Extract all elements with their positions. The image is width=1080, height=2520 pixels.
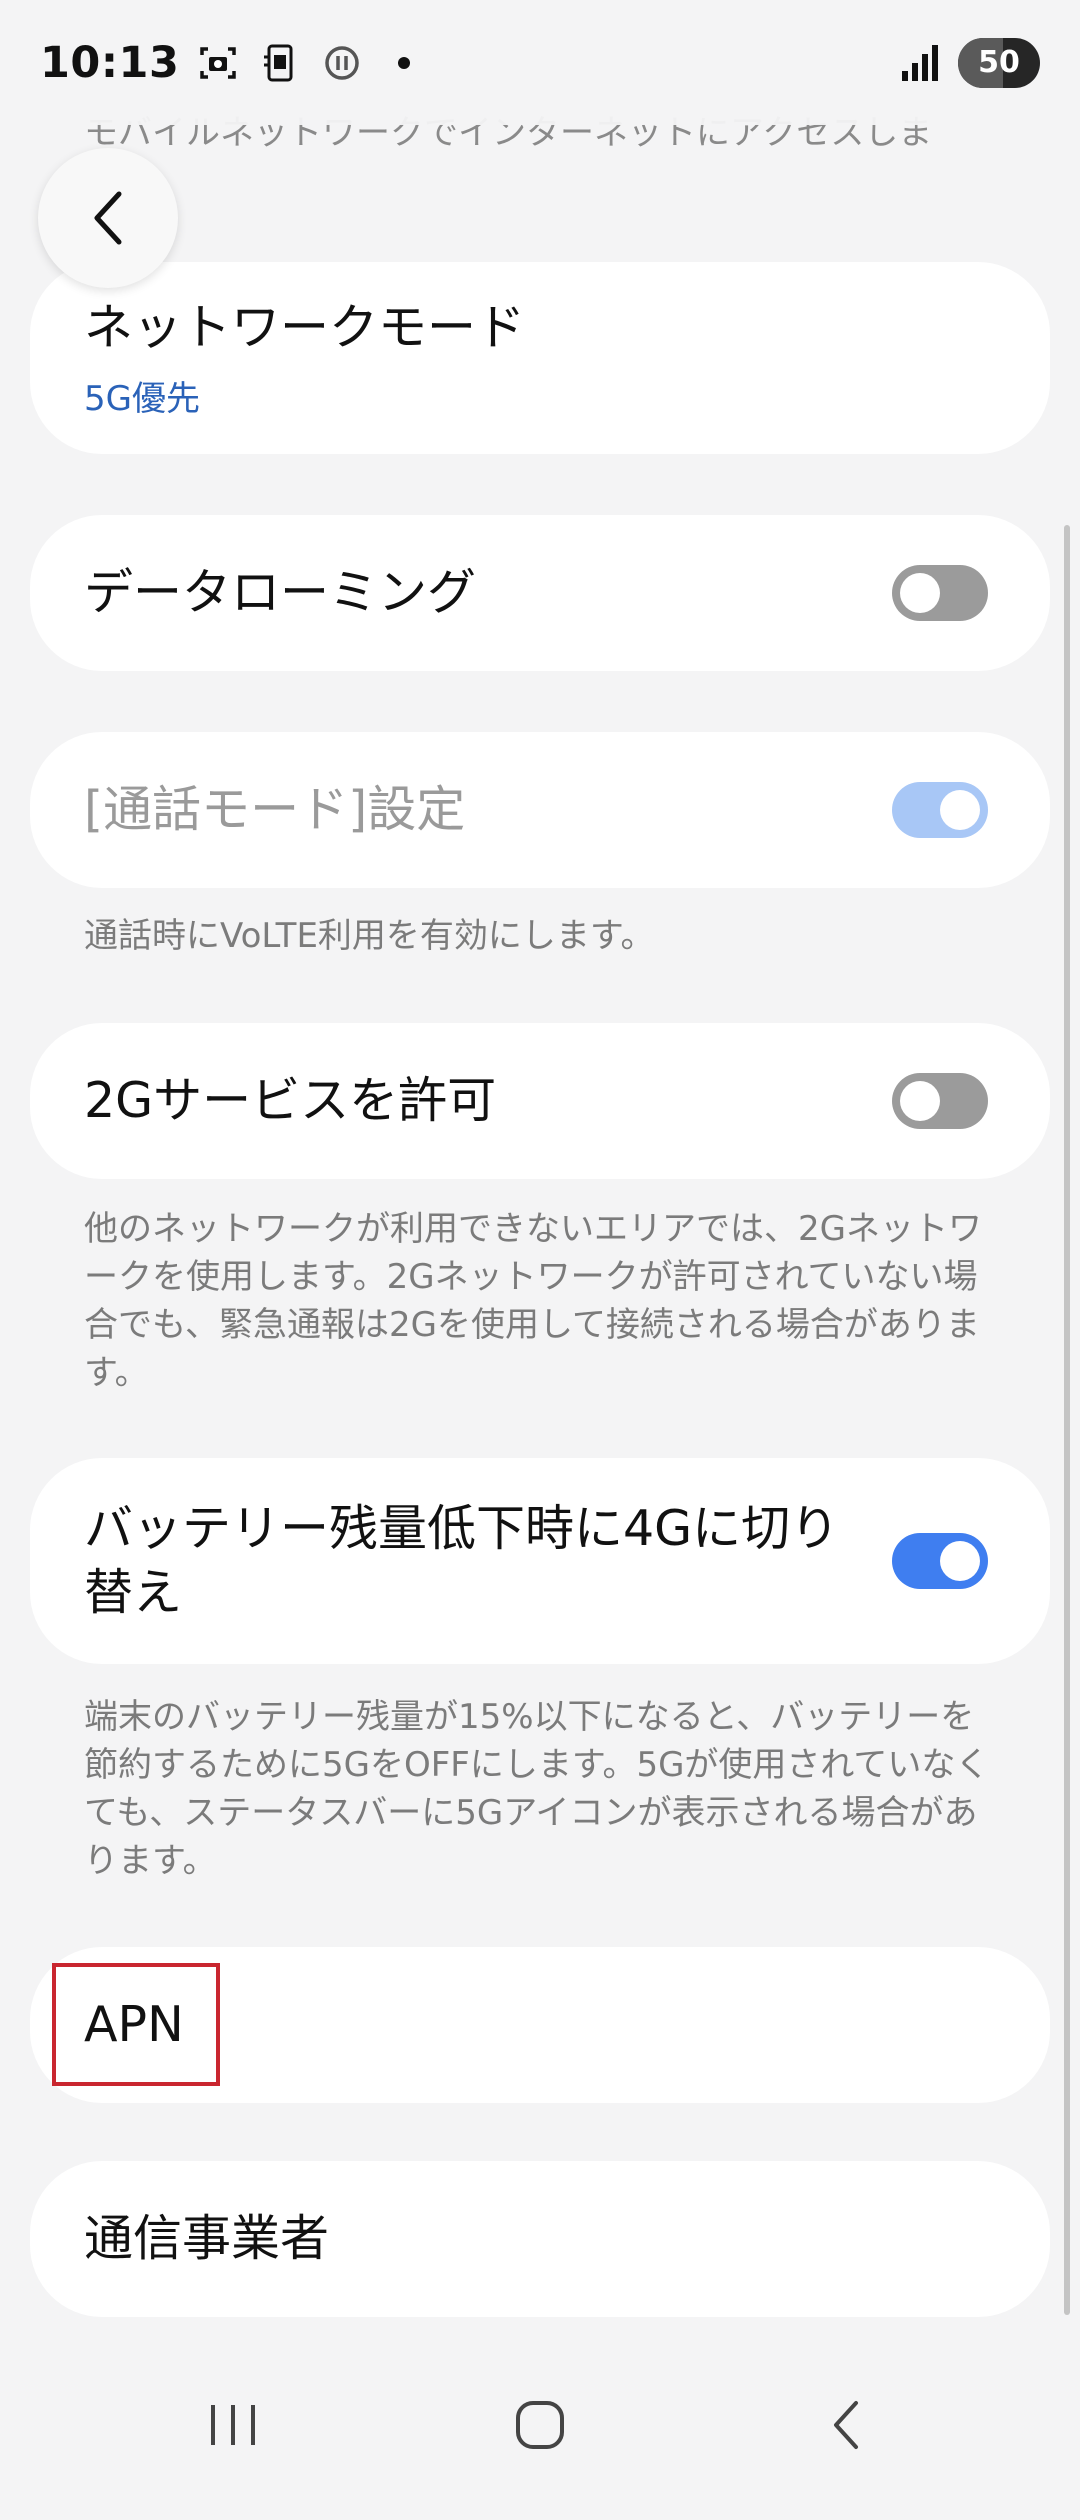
back-button[interactable]: [38, 148, 178, 288]
allow-2g-description: 他のネットワークが利用できないエリアでは、2Gネットワークを使用します。2Gネッ…: [84, 1209, 982, 1393]
battery-4g-title: バッテリー残量低下時に4Gに切り替え: [84, 1500, 840, 1621]
battery-4g-description: 端末のバッテリー残量が15%以下になると、バッテリーを節約するために5GをOFF…: [84, 1697, 990, 1881]
call-mode-item[interactable]: [通話モード]設定: [30, 732, 1050, 888]
screenshot-icon: [195, 40, 241, 86]
info-icon: [319, 40, 365, 86]
chevron-left-icon: [94, 191, 122, 245]
toggle-knob: [900, 573, 940, 613]
toggle-knob: [940, 1541, 980, 1581]
battery-4g-toggle[interactable]: [892, 1533, 988, 1589]
data-roaming-title: データローミング: [84, 564, 477, 622]
apn-highlight-box: [52, 1963, 220, 2086]
call-mode-description: 通話時にVoLTE利用を有効にします。: [84, 916, 655, 956]
recent-apps-icon: [211, 2405, 256, 2445]
call-mode-toggle[interactable]: [892, 782, 988, 838]
status-bar: 10:13 50: [0, 0, 1080, 125]
allow-2g-item[interactable]: 2Gサービスを許可: [30, 1023, 1050, 1179]
network-mode-item[interactable]: ネットワークモード 5G優先: [30, 262, 1050, 454]
sim-icon: [257, 40, 303, 86]
network-mode-text: ネットワークモード 5G優先: [84, 296, 525, 421]
data-roaming-toggle[interactable]: [892, 565, 988, 621]
status-left: 10:13: [40, 38, 427, 88]
battery-4g-item[interactable]: バッテリー残量低下時に4Gに切り替え: [30, 1458, 1050, 1664]
recent-apps-button[interactable]: [173, 2365, 293, 2485]
toggle-knob: [940, 790, 980, 830]
battery-icon: 50: [958, 37, 1040, 88]
call-mode-title: [通話モード]設定: [84, 781, 466, 839]
allow-2g-title: 2Gサービスを許可: [84, 1072, 497, 1130]
toggle-knob: [900, 1081, 940, 1121]
network-mode-value: 5G優先: [84, 379, 200, 420]
carrier-title: 通信事業者: [84, 2210, 330, 2268]
navigation-bar: [0, 2330, 1080, 2520]
network-mode-title: ネットワークモード: [84, 298, 526, 356]
home-button[interactable]: [480, 2365, 600, 2485]
status-time: 10:13: [40, 37, 180, 88]
status-right: 50: [898, 37, 1040, 88]
back-nav-button[interactable]: [787, 2365, 907, 2485]
carrier-item[interactable]: 通信事業者: [30, 2161, 1050, 2317]
notification-dot-icon: [381, 40, 427, 86]
home-icon: [515, 2401, 564, 2449]
allow-2g-toggle[interactable]: [892, 1073, 988, 1129]
battery-level: 50: [978, 45, 1020, 80]
scrollbar[interactable]: [1064, 525, 1070, 2315]
data-roaming-item[interactable]: データローミング: [30, 515, 1050, 671]
back-icon: [833, 2401, 858, 2449]
signal-icon: [898, 40, 944, 86]
